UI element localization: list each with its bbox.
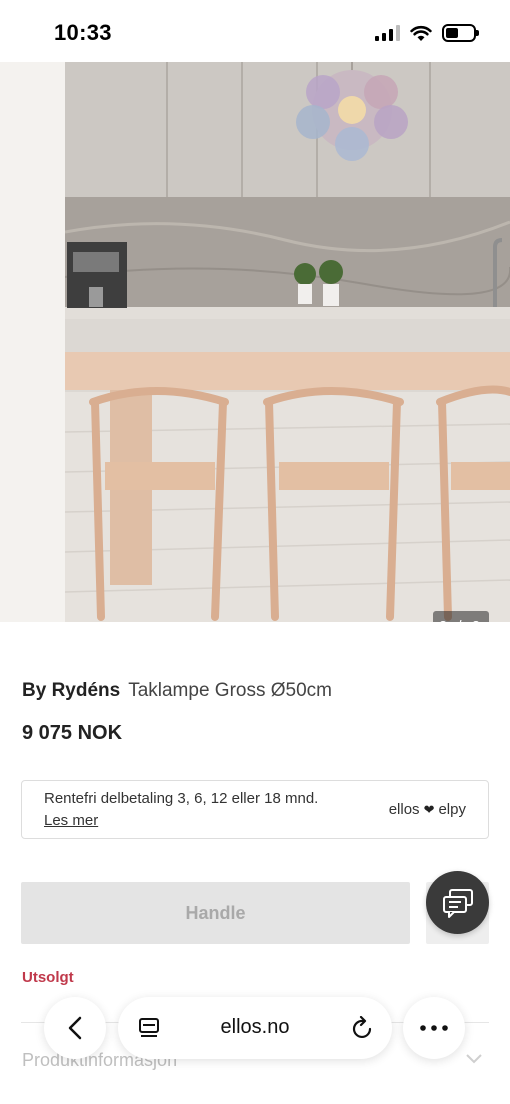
- logo-ellos: ellos: [388, 801, 420, 818]
- chat-icon: [442, 888, 473, 918]
- more-icon: [420, 1025, 448, 1031]
- signal-icon: [375, 25, 400, 41]
- brand-name[interactable]: By Rydéns: [22, 680, 120, 701]
- product-price: 9 075 NOK: [22, 722, 123, 744]
- url-text[interactable]: ellos.no: [118, 1016, 392, 1039]
- payment-info-box: Rentefri delbetaling 3, 6, 12 eller 18 m…: [21, 780, 489, 839]
- address-bar[interactable]: ellos.no: [118, 997, 392, 1059]
- logo-elpy: elpy: [438, 801, 466, 818]
- read-more-link[interactable]: Les mer: [44, 812, 98, 829]
- status-bar: 10:33: [0, 0, 510, 62]
- wifi-icon: [410, 25, 432, 41]
- product-photo[interactable]: [65, 62, 510, 622]
- ellos-elpy-logo: ellos ❤ elpy: [389, 801, 466, 818]
- more-button[interactable]: [403, 997, 465, 1059]
- status-icons: [375, 24, 479, 42]
- product-name: Taklampe Gross Ø50cm: [128, 680, 332, 701]
- browser-toolbar: ellos.no: [0, 990, 510, 1070]
- chat-button[interactable]: [426, 871, 489, 934]
- chevron-left-icon: [68, 1016, 82, 1040]
- reload-icon[interactable]: [352, 1016, 374, 1040]
- image-counter: 2 / 2: [433, 611, 489, 622]
- battery-level: [446, 28, 458, 38]
- product-image-gallery[interactable]: 2 / 2: [0, 62, 510, 622]
- back-button[interactable]: [44, 997, 106, 1059]
- stock-status: Utsolgt: [22, 969, 74, 986]
- buy-button[interactable]: Handle: [21, 882, 410, 944]
- payment-text: Rentefri delbetaling 3, 6, 12 eller 18 m…: [44, 790, 319, 807]
- heart-icon: ❤: [423, 801, 435, 817]
- product-title: By Rydéns Taklampe Gross Ø50cm: [22, 680, 332, 702]
- status-time: 10:33: [54, 20, 112, 45]
- battery-icon: [442, 24, 479, 42]
